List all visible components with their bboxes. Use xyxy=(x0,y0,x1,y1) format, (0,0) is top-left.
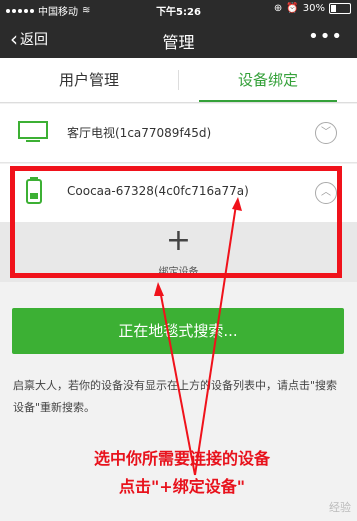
annotation-arrows xyxy=(154,197,242,476)
arrowhead-icon xyxy=(154,282,164,296)
annotation-arrow-to-device xyxy=(194,204,237,476)
annotation-text: 选中你所需要连接的设备 点击"+绑定设备" xyxy=(42,445,322,501)
annotation-line-1: 选中你所需要连接的设备 xyxy=(93,449,270,468)
annotation-line-2: 点击"+绑定设备" xyxy=(118,477,246,496)
watermark: 经验 xyxy=(329,501,351,514)
arrowhead-icon xyxy=(232,197,242,211)
